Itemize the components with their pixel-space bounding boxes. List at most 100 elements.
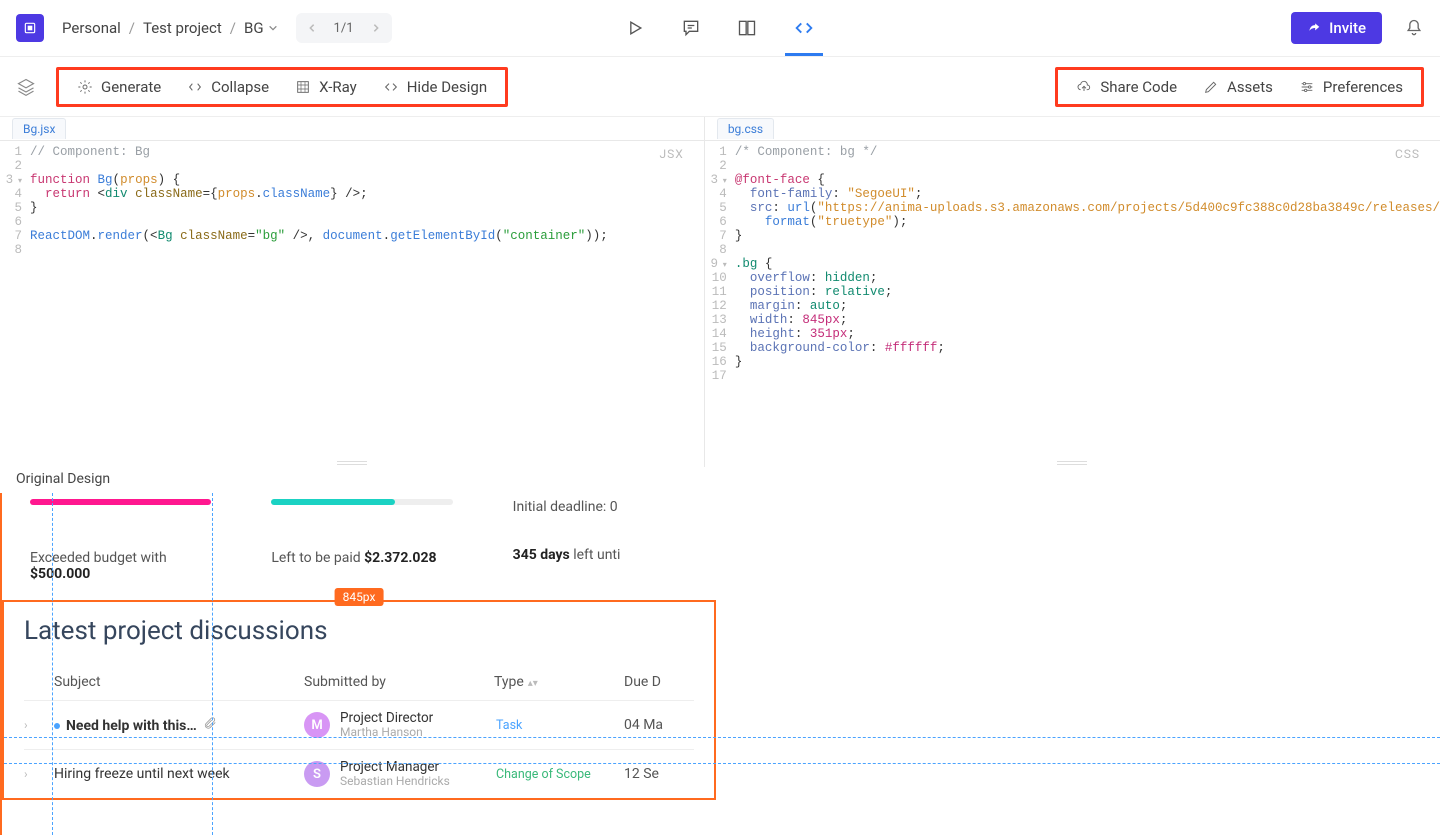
design-section-label: Original Design [0, 467, 1440, 493]
paid-bar [271, 499, 394, 505]
collapse-label: Collapse [211, 78, 269, 96]
budget-stat: Exceeded budget with $500.000 [30, 493, 211, 582]
breadcrumb-item-current[interactable]: BG [244, 19, 278, 37]
days-suffix: left unti [570, 547, 621, 563]
days-count: 345 days [513, 547, 570, 563]
discussions-title: Latest project discussions [24, 616, 694, 646]
discussion-subject: Hiring freeze until next week [54, 766, 304, 782]
frame-nav: 1/1 [296, 13, 392, 43]
avatar: M [304, 712, 330, 738]
budget-amount: $500.000 [30, 566, 90, 582]
discussions-panel: 845px Latest project discussions Subject… [2, 600, 716, 800]
code-toolbar: Generate Collapse X-Ray Hide Design Shar… [0, 57, 1440, 117]
jsx-code-area[interactable]: 123 ▾45678 // Component: Bg function Bg(… [0, 141, 704, 467]
budget-bar [30, 499, 211, 505]
sliders-icon [1299, 79, 1315, 95]
discussions-header: Subject Submitted by Type▴▾ Due D [24, 674, 694, 700]
type-tag: Task [494, 717, 524, 734]
css-code-area[interactable]: 123 ▾456789 ▾1011121314151617 /* Compone… [705, 141, 1440, 467]
discussion-subject: Need help with this… [54, 716, 304, 734]
budget-prefix: Exceeded budget with [30, 550, 167, 566]
xray-icon [295, 79, 311, 95]
avatar: S [304, 761, 330, 787]
next-frame-button[interactable] [362, 15, 390, 41]
collapse-button[interactable]: Collapse [187, 78, 269, 96]
discussion-row[interactable]: ›Hiring freeze until next weekSProject M… [24, 749, 694, 798]
new-indicator [54, 723, 60, 729]
editors-row: Bg.jsx JSX 123 ▾45678 // Component: Bg f… [0, 117, 1440, 467]
header-actions: Invite [1291, 12, 1424, 44]
prev-frame-button[interactable] [298, 15, 326, 41]
expand-chevron[interactable]: › [24, 718, 54, 732]
selection-guide [4, 763, 1440, 764]
app-header: Personal / Test project / BG 1/1 Invite [0, 0, 1440, 57]
hide-design-button[interactable]: Hide Design [383, 78, 487, 96]
file-tab[interactable]: Bg.jsx [12, 118, 66, 139]
invite-label: Invite [1329, 19, 1366, 37]
xray-label: X-Ray [319, 78, 357, 96]
file-tab[interactable]: bg.css [717, 118, 774, 139]
expand-chevron[interactable]: › [24, 767, 54, 781]
toolbar-left-group: Generate Collapse X-Ray Hide Design [56, 67, 508, 107]
hide-design-label: Hide Design [407, 78, 487, 96]
frame-counter: 1/1 [330, 21, 358, 36]
paid-amount: $2.372.028 [364, 550, 436, 566]
assets-label: Assets [1227, 78, 1273, 96]
due-date: 12 Se [624, 766, 694, 782]
breadcrumb-item[interactable]: Personal [62, 19, 121, 37]
language-badge: CSS [1395, 147, 1420, 161]
resize-handle[interactable] [337, 461, 367, 465]
share-code-button[interactable]: Share Code [1076, 78, 1177, 96]
chevron-down-icon [268, 23, 278, 33]
preferences-label: Preferences [1323, 78, 1403, 96]
breadcrumb-item[interactable]: Test project [143, 19, 222, 37]
xray-button[interactable]: X-Ray [295, 78, 357, 96]
col-submitted-by[interactable]: Submitted by [304, 674, 494, 690]
comment-mode-button[interactable] [681, 18, 701, 38]
attachment-icon [203, 716, 217, 730]
language-badge: JSX [660, 147, 684, 161]
paid-prefix: Left to be paid [271, 550, 364, 566]
type-tag: Change of Scope [494, 766, 593, 783]
selection-guide [4, 737, 1440, 738]
deadline-stat: Initial deadline: 0 345 days left unti [513, 493, 694, 582]
share-code-label: Share Code [1100, 78, 1177, 96]
discussion-row[interactable]: ›Need help with this…MProject DirectorMa… [24, 700, 694, 749]
preferences-button[interactable]: Preferences [1299, 78, 1403, 96]
collapse-icon [187, 79, 203, 95]
breadcrumb-sep: / [129, 19, 135, 37]
resize-handle[interactable] [1057, 461, 1087, 465]
generate-button[interactable]: Generate [77, 78, 161, 96]
selection-size-badge: 845px [335, 588, 384, 606]
toolbar-right-group: Share Code Assets Preferences [1055, 67, 1424, 107]
code-mode-button[interactable] [793, 17, 815, 39]
deadline-text: Initial deadline: 0 [513, 499, 694, 505]
paid-stat: Left to be paid $2.372.028 [271, 493, 452, 582]
pen-icon [1203, 79, 1219, 95]
invite-button[interactable]: Invite [1291, 12, 1382, 44]
compare-mode-button[interactable] [737, 18, 757, 38]
sort-icon: ▴▾ [528, 678, 538, 689]
design-preview[interactable]: Exceeded budget with $500.000 Left to be… [0, 493, 1440, 835]
play-mode-button[interactable] [625, 18, 645, 38]
editor-tabs: Bg.jsx [0, 117, 704, 141]
col-subject[interactable]: Subject [54, 674, 304, 690]
discussion-submitter: SProject ManagerSebastian Hendricks [304, 760, 494, 788]
submitter-name: Sebastian Hendricks [340, 775, 450, 788]
layers-button[interactable] [16, 77, 36, 97]
generate-label: Generate [101, 78, 161, 96]
breadcrumb-current-label: BG [244, 19, 264, 37]
assets-button[interactable]: Assets [1203, 78, 1273, 96]
col-type[interactable]: Type▴▾ [494, 674, 624, 690]
jsx-editor-pane: Bg.jsx JSX 123 ▾45678 // Component: Bg f… [0, 117, 705, 467]
share-arrow-icon [1307, 21, 1321, 35]
submitter-role: Project Director [340, 711, 433, 726]
cloud-upload-icon [1076, 79, 1092, 95]
breadcrumb: Personal / Test project / BG [62, 19, 278, 37]
discussion-submitter: MProject DirectorMartha Hanson [304, 711, 494, 739]
app-logo[interactable] [16, 14, 44, 42]
guide-line [212, 493, 213, 835]
notifications-button[interactable] [1404, 18, 1424, 38]
col-due-date[interactable]: Due D [624, 674, 694, 690]
code-icon [383, 79, 399, 95]
